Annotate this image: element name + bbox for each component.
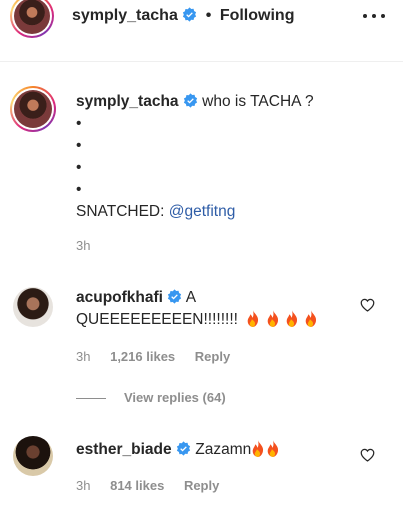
heart-icon[interactable] (360, 298, 375, 312)
following-button[interactable]: Following (220, 7, 295, 24)
view-replies-button[interactable]: View replies (64) (76, 390, 226, 405)
comment-timestamp[interactable]: 3h (76, 349, 90, 364)
bullet: • (76, 137, 82, 154)
comment-avatar[interactable] (13, 436, 53, 476)
more-options-icon[interactable] (363, 7, 385, 25)
fire-emojis (246, 310, 319, 328)
comment-1: acupofkhafi A QUEEEEEEEEEN!!!!!!!! (76, 287, 346, 331)
caption-text: who is TACHA ? (202, 93, 314, 110)
caption: symply_tacha who is TACHA ? • • • • SNAT… (76, 91, 386, 257)
comment-username[interactable]: acupofkhafi (76, 289, 163, 306)
header-user-line: symply_tacha • Following (72, 6, 294, 26)
bullet: • (76, 159, 82, 176)
reply-button[interactable]: Reply (195, 349, 230, 364)
comment-2: esther_biade Zazamn (76, 439, 346, 461)
comment-meta: 3h 814 likes Reply (76, 478, 219, 493)
verified-badge-icon (183, 7, 197, 22)
comment-username[interactable]: esther_biade (76, 441, 172, 458)
caption-avatar[interactable] (10, 86, 56, 132)
header-username[interactable]: symply_tacha (72, 7, 178, 24)
verified-badge-icon (183, 93, 197, 108)
verified-badge-icon (176, 441, 191, 456)
verified-badge-icon (168, 289, 182, 304)
comment-likes[interactable]: 814 likes (110, 478, 164, 493)
comment-text: Zazamn (195, 441, 252, 458)
reply-button[interactable]: Reply (184, 478, 219, 493)
post-header: symply_tacha • Following (0, 0, 403, 62)
fire-emoji-icon (252, 440, 264, 457)
fire-emoji-icon (286, 310, 297, 327)
fire-emoji-icon (267, 440, 279, 457)
fire-emoji-icon (267, 310, 278, 327)
fire-emoji-icon (305, 310, 317, 327)
comment-likes[interactable]: 1,216 likes (110, 349, 175, 364)
caption-timestamp[interactable]: 3h (76, 235, 386, 257)
header-avatar[interactable] (10, 0, 54, 38)
view-replies-label[interactable]: View replies (64) (124, 390, 226, 405)
comment-text: A (185, 289, 197, 306)
caption-username[interactable]: symply_tacha (76, 93, 179, 110)
caption-bullets: • • • • (76, 113, 386, 201)
bullet: • (76, 115, 82, 132)
separator-dot: • (205, 7, 212, 24)
bullet: • (76, 181, 82, 198)
divider-line (76, 398, 106, 400)
fire-emoji-icon (247, 310, 259, 327)
comment-timestamp[interactable]: 3h (76, 478, 90, 493)
snatched-label: SNATCHED: (76, 203, 165, 220)
mention-link[interactable]: @getfitng (169, 203, 236, 220)
fire-emojis (251, 440, 281, 458)
comment-text: QUEEEEEEEEEN!!!!!!!! (76, 311, 238, 328)
comment-meta: 3h 1,216 likes Reply (76, 349, 230, 364)
comment-avatar[interactable] (13, 287, 53, 327)
heart-icon[interactable] (360, 448, 375, 462)
